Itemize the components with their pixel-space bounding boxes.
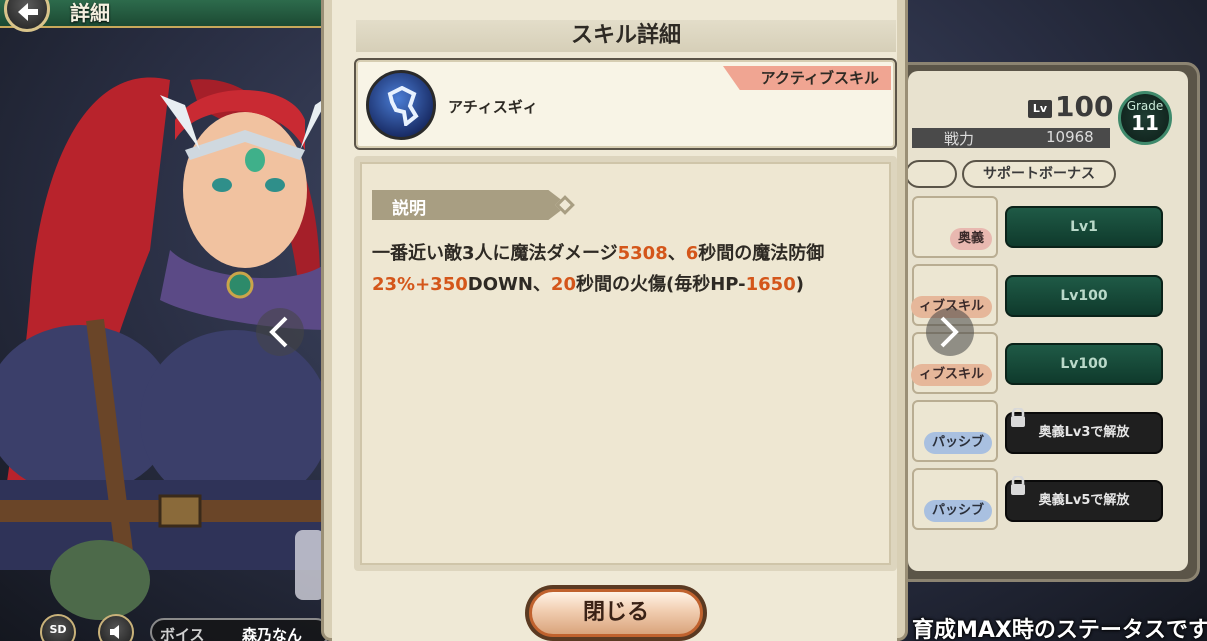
description-segment: 秒間の魔法防御 xyxy=(698,243,825,264)
lock-icon xyxy=(1011,476,1025,495)
skill-name: アチィスギィ xyxy=(448,98,538,116)
skill-tag: パッシブ xyxy=(923,432,992,454)
description-value: 1650 xyxy=(745,274,796,295)
description-text: 一番近い敵3人に魔法ダメージ5308、6秒間の魔法防御 23%+350DOWN、2… xyxy=(372,238,884,300)
lock-icon xyxy=(1011,408,1025,427)
prev-arrow-button[interactable] xyxy=(256,308,304,356)
tab-support-label: サポートボーナス xyxy=(983,166,1095,182)
skill-glyph xyxy=(387,86,419,126)
skill-row[interactable]: 奥義 xyxy=(912,196,998,258)
locked-skill-label: 奥義Lv5で解放 xyxy=(1038,493,1130,508)
sd-label: SD xyxy=(49,623,67,636)
tab-support-bonus[interactable]: サポートボーナス xyxy=(962,160,1116,188)
description-value: 20 xyxy=(550,274,576,295)
locked-skill-label: 奥義Lv3で解放 xyxy=(1038,425,1130,440)
power-value: 10968 xyxy=(1046,128,1094,146)
locked-skill-button[interactable]: 奥義Lv5で解放 xyxy=(1005,476,1163,522)
description-value: 5308 xyxy=(617,243,668,264)
description-box: 説明 一番近い敵3人に魔法ダメージ5308、6秒間の魔法防御 23%+350DOW… xyxy=(360,162,891,565)
description-frame: 説明 一番近い敵3人に魔法ダメージ5308、6秒間の魔法防御 23%+350DOW… xyxy=(354,156,897,571)
grade-value: 11 xyxy=(1131,111,1159,135)
skill-level-button[interactable]: Lv100 xyxy=(1005,275,1163,317)
tab-skills[interactable] xyxy=(905,160,957,188)
top-bar: 詳細 xyxy=(0,0,330,32)
skill-tag: 奥義 xyxy=(949,228,992,250)
skill-icon xyxy=(366,70,436,140)
skill-type-banner: アクティブスキル xyxy=(723,66,891,90)
grade-badge: Grade 11 xyxy=(1118,91,1172,145)
skill-level-button[interactable]: Lv1 xyxy=(1005,206,1163,248)
page-title: 詳細 xyxy=(70,1,110,25)
skill-row[interactable]: パッシブ xyxy=(912,468,998,530)
locked-skill-button[interactable]: 奥義Lv3で解放 xyxy=(1005,408,1163,454)
description-header: 説明 xyxy=(372,190,568,220)
description-segment: 秒間の火傷(毎秒HP- xyxy=(575,274,746,295)
close-button[interactable]: 閉じる xyxy=(529,589,703,637)
description-value: 23%+350 xyxy=(372,274,468,295)
sd-button[interactable]: SD xyxy=(40,614,76,641)
skill-card: アチィスギィ アクティブスキル xyxy=(354,58,897,150)
voice-info[interactable]: ボイス 森乃なん xyxy=(150,618,330,641)
nav-left-icon xyxy=(269,316,288,348)
power-display: 戦力 10968 xyxy=(912,128,1110,148)
skill-tag: パッシブ xyxy=(923,500,992,522)
status-note: 育成MAX時のステータスです xyxy=(912,618,1207,641)
description-segment: 、 xyxy=(667,243,686,264)
back-button[interactable] xyxy=(4,0,50,32)
skill-tag: ィブスキル xyxy=(910,364,992,386)
next-arrow-button[interactable] xyxy=(926,308,974,356)
close-button-frame: 閉じる xyxy=(525,585,707,641)
speaker-button[interactable] xyxy=(98,614,134,641)
level-tag: Lv xyxy=(1028,100,1052,118)
back-arrow-icon xyxy=(18,3,38,21)
voice-label: ボイス xyxy=(160,626,205,641)
description-segment: ) xyxy=(795,274,804,295)
modal-title: スキル詳細 xyxy=(570,23,681,48)
skill-detail-modal: スキル詳細 アチィスギィ アクティブスキル 説明 一番近い敵3人に魔法ダメージ5… xyxy=(321,0,908,641)
modal-title-bar: スキル詳細 xyxy=(356,20,896,52)
description-segment: DOWN、 xyxy=(467,274,551,295)
speaker-icon xyxy=(110,625,119,639)
description-value: 6 xyxy=(685,243,699,264)
skill-level-button[interactable]: Lv100 xyxy=(1005,343,1163,385)
level-value: 100 xyxy=(1055,90,1114,123)
nav-right-icon xyxy=(940,316,959,348)
description-header-label: 説明 xyxy=(392,199,426,219)
voice-actor-name: 森乃なん xyxy=(242,626,303,641)
skill-row[interactable]: パッシブ xyxy=(912,400,998,462)
power-label: 戦力 xyxy=(944,130,975,148)
description-segment: 一番近い敵3人に魔法ダメージ xyxy=(372,243,618,264)
modal-body: スキル詳細 アチィスギィ アクティブスキル 説明 一番近い敵3人に魔法ダメージ5… xyxy=(332,0,897,641)
footer-bar: SD ボイス 森乃なん xyxy=(0,612,330,641)
